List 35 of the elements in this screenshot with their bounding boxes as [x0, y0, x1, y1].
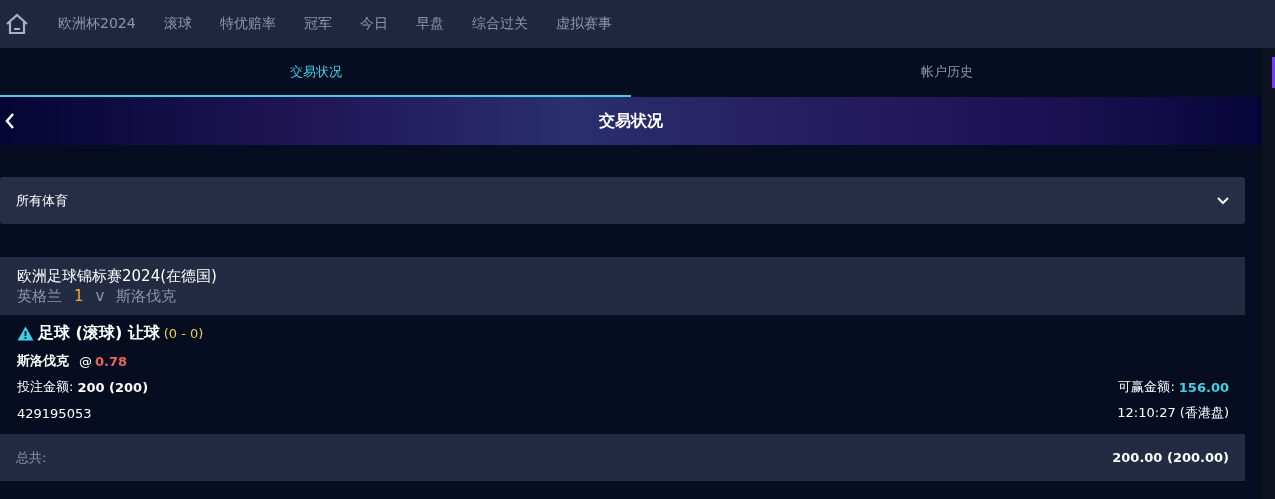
market-score: (0 - 0)	[163, 326, 204, 341]
total-amount: 200.00 (200.00)	[1112, 450, 1229, 465]
home-icon[interactable]	[4, 12, 30, 36]
at-sign: @	[79, 353, 92, 369]
home-team: 英格兰	[17, 286, 62, 306]
away-team: 斯洛伐克	[116, 286, 177, 306]
ticket-number: 429195053	[17, 405, 92, 421]
nav-link[interactable]: 今日	[359, 15, 388, 33]
nav-link[interactable]: 冠军	[303, 15, 332, 33]
nav-link[interactable]: 欧洲杯2024	[58, 15, 136, 33]
tab[interactable]: 帐户历史	[631, 48, 1262, 97]
market-name: 足球 (滚球) 让球	[38, 323, 160, 344]
score: 1	[74, 286, 84, 306]
page-title: 交易状况	[599, 110, 663, 132]
win-amount: 156.00	[1178, 379, 1229, 395]
stake-label: 投注金额:	[17, 378, 74, 396]
nav-link[interactable]: 滚球	[163, 15, 192, 33]
selection: 斯洛伐克	[17, 352, 69, 370]
sport-dropdown[interactable]: 所有体育	[0, 177, 1245, 224]
odds: 0.78	[95, 353, 128, 369]
nav-link[interactable]: 综合过关	[471, 15, 528, 33]
nav-link[interactable]: 早盘	[415, 15, 444, 33]
nav-link[interactable]: 虚拟赛事	[555, 15, 612, 33]
stake-amount: 200 (200)	[77, 379, 149, 395]
chevron-down-icon	[1217, 196, 1229, 205]
versus: v	[95, 286, 105, 306]
win-label: 可赢金额:	[1118, 378, 1175, 396]
warning-icon	[17, 326, 34, 341]
scrollbar[interactable]	[1262, 48, 1275, 499]
total-label: 总共:	[16, 448, 47, 467]
back-icon[interactable]	[4, 111, 16, 131]
nav-link[interactable]: 特优赔率	[219, 15, 276, 33]
bet-time: 12:10:27 (香港盘)	[1117, 404, 1229, 422]
league-name: 欧洲足球锦标赛2024(在德国)	[17, 266, 218, 286]
scrollbar-thumb[interactable]	[1272, 57, 1275, 88]
